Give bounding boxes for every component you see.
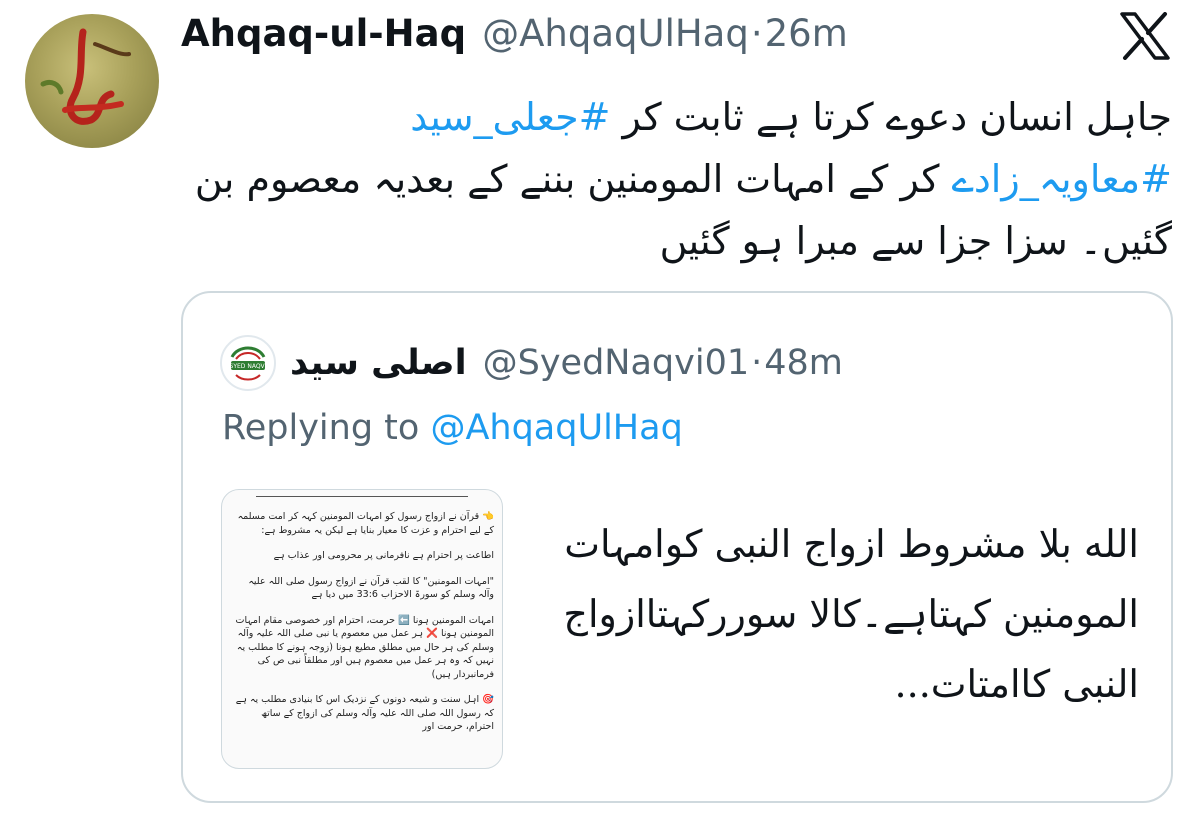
replying-to-handle-link[interactable]: @AhqaqUlHaq: [430, 408, 682, 448]
separator-dot: ·: [751, 343, 763, 383]
hashtag-link[interactable]: #معاویہ_زادے: [952, 157, 1172, 201]
tweet-time[interactable]: 26m: [765, 12, 848, 55]
quoted-tweet-card[interactable]: SYED NAQVI اصلی سید @SyedNaqvi01 · 48m R…: [181, 291, 1173, 803]
author-avatar[interactable]: [25, 14, 159, 148]
avatar-logo-image: SYED NAQVI: [224, 339, 272, 387]
quoted-tweet-header: SYED NAQVI اصلی سید @SyedNaqvi01 · 48m: [220, 333, 843, 393]
author-handle[interactable]: @AhqaqUlHaq: [482, 12, 749, 55]
hashtag-link[interactable]: #جعلی_سید: [410, 95, 610, 139]
replying-to-line: Replying to @AhqaqUlHaq: [222, 408, 683, 448]
tweet-text: جاہل انسان دعوے کرتا ہے ثابت کر #جعلی_سی…: [180, 86, 1172, 272]
quoted-tweet-text: الله بلا مشروط ازواج النبی کوامہات الموم…: [563, 522, 1139, 706]
author-name[interactable]: Ahqaq-ul-Haq: [181, 12, 466, 55]
image-paragraph: "امہات المومنین" کا لقب قرآن نے ازواج رس…: [248, 575, 494, 601]
quoted-author-handle[interactable]: @SyedNaqvi01: [483, 343, 750, 383]
replying-to-label: Replying to: [222, 408, 431, 448]
image-paragraph: 👈 قرآن نے ازواج رسول کو امہات المومنین ک…: [237, 511, 494, 536]
tweet-text-part: جاہل انسان دعوے کرتا ہے ثابت کر: [610, 95, 1172, 139]
image-paragraph: 🎯 اہل سنت و شیعہ دونوں کے نزدیک اس کا بن…: [235, 694, 494, 732]
quoted-tweet-time[interactable]: 48m: [764, 343, 843, 383]
quoted-author-name[interactable]: اصلی سید: [290, 343, 467, 383]
separator-dot: ·: [750, 11, 763, 55]
quoted-author-avatar[interactable]: SYED NAQVI: [220, 335, 276, 391]
quoted-tweet-image[interactable]: 👈 قرآن نے ازواج رسول کو امہات المومنین ک…: [221, 489, 503, 769]
image-paragraph: امہات المومنین ہونا ⬅️ حرمت، احترام اور …: [235, 614, 495, 680]
avatar-logo-text: SYED NAQVI: [230, 363, 267, 370]
image-paragraph: اطاعت پر احترام ہے نافرمانی پر محرومی او…: [273, 550, 494, 561]
image-text: 👈 قرآن نے ازواج رسول کو امہات المومنین ک…: [230, 510, 495, 746]
tweet-header: Ahqaq-ul-Haq @AhqaqUlHaq · 26m: [181, 8, 848, 58]
avatar-calligraphy-image: [40, 28, 131, 125]
x-logo-icon[interactable]: [1120, 12, 1170, 60]
image-divider: [256, 496, 468, 497]
